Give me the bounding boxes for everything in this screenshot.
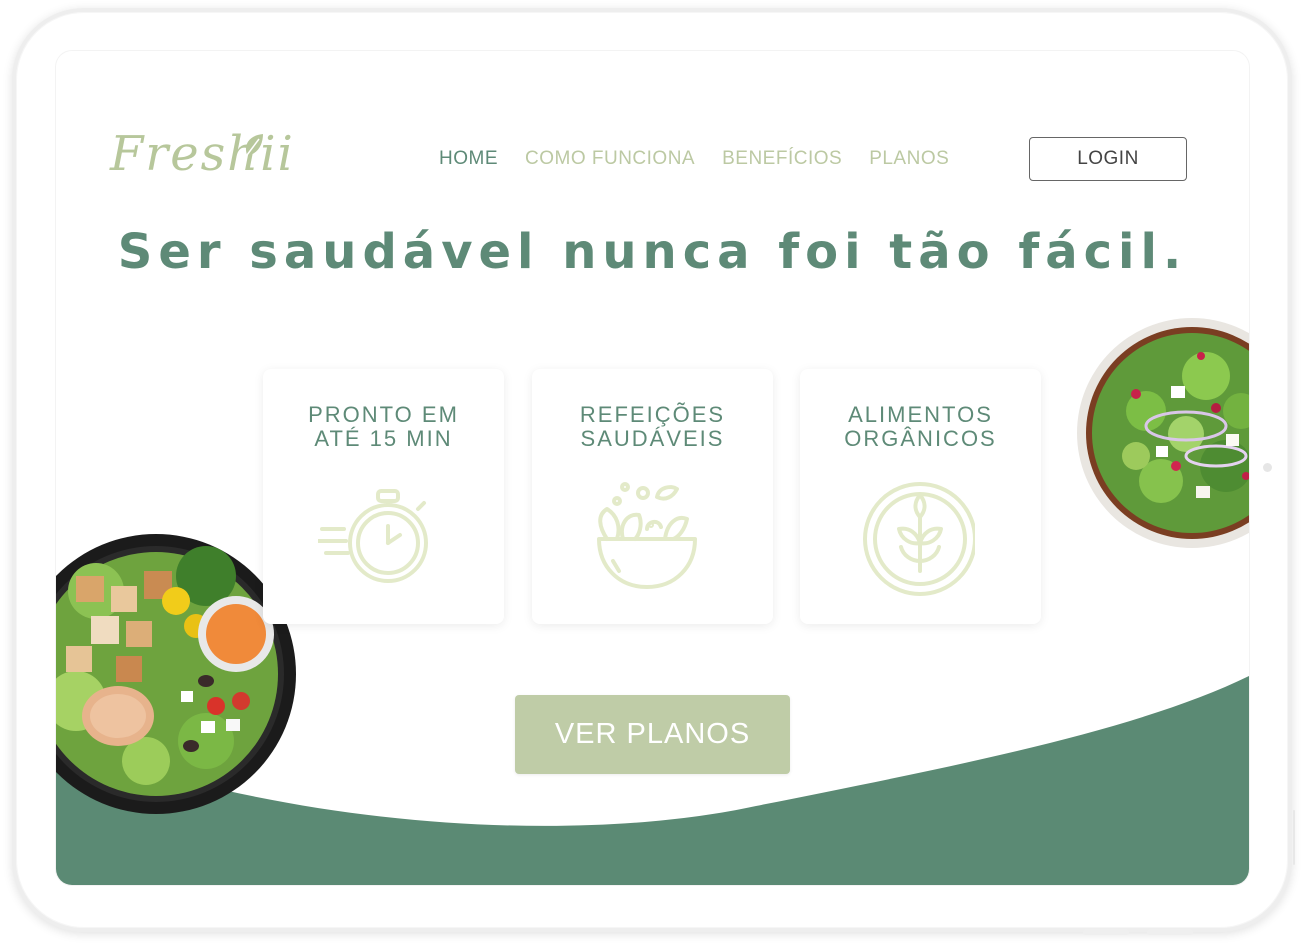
login-button[interactable]: LOGIN [1029,137,1187,181]
salad-bowl-image-right [1077,318,1249,548]
feature-title: ALIMENTOS ORGÂNICOS [800,403,1041,451]
feature-title-line: PRONTO EM [308,402,459,427]
nav-item-home[interactable]: HOME [439,148,498,170]
feature-title-line: REFEIÇÕES [579,402,726,427]
feature-title-line: SAUDÁVEIS [580,426,725,451]
tablet-camera [1263,463,1272,472]
feature-title: PRONTO EM ATÉ 15 MIN [263,403,504,451]
tablet-side-button [1293,810,1295,865]
ver-planos-button[interactable]: VER PLANOS [515,695,790,774]
nav-item-planos[interactable]: PLANOS [869,148,949,170]
salad-bowl-image-left [56,534,296,814]
feature-card-healthy: REFEIÇÕES SAUDÁVEIS [532,369,773,624]
organic-leaf-icon [863,482,975,596]
feature-title: REFEIÇÕES SAUDÁVEIS [532,403,773,451]
stopwatch-icon [318,489,428,583]
main-nav: HOME COMO FUNCIONA BENEFÍCIOS PLANOS [439,148,949,170]
hero-headline: Ser saudável nunca foi tão fácil. [117,224,1188,280]
nav-item-beneficios[interactable]: BENEFÍCIOS [722,148,842,170]
tablet-bottom-tab [1147,929,1193,935]
web-page: Freshii HOME COMO FUNCIONA BENEFÍCIOS PL… [56,51,1249,885]
tablet-bottom-tab [1083,929,1129,935]
salad-bowl-icon [597,482,697,589]
feature-card-organic: ALIMENTOS ORGÂNICOS [800,369,1041,624]
feature-card-quick: PRONTO EM ATÉ 15 MIN [263,369,504,624]
feature-title-line: ALIMENTOS [848,402,993,427]
feature-title-line: ORGÂNICOS [844,426,997,451]
feature-title-line: ATÉ 15 MIN [314,426,453,451]
leaf-icon [245,134,263,156]
nav-item-como-funciona[interactable]: COMO FUNCIONA [525,148,695,170]
